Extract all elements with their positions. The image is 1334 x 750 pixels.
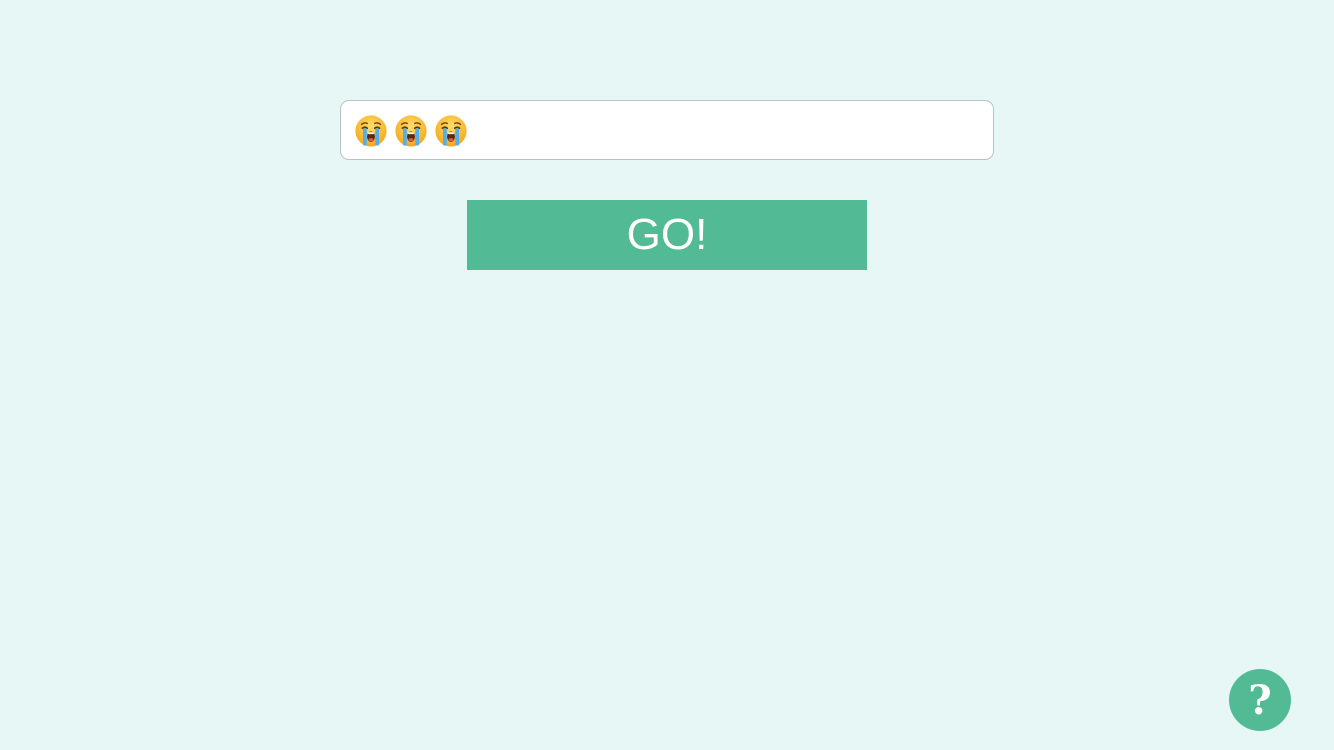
loudly-crying-face-icon [435, 114, 467, 147]
loudly-crying-face-icon [355, 114, 387, 147]
loudly-crying-face-icon [395, 114, 427, 147]
go-button-label: GO! [626, 210, 708, 259]
emoji-input[interactable] [340, 100, 994, 160]
question-mark-icon: ? [1248, 677, 1272, 724]
page: GO! ? [0, 0, 1334, 750]
help-button[interactable]: ? [1229, 669, 1291, 731]
emoji-input-value [354, 100, 474, 160]
go-button[interactable]: GO! [467, 200, 867, 270]
